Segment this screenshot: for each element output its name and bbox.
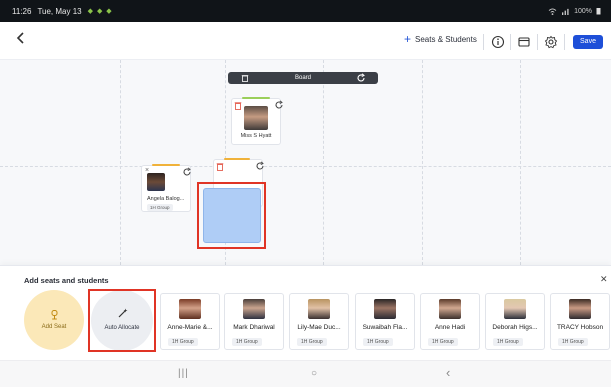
panel-title: Add seats and students xyxy=(24,276,109,285)
status-time: 11:26 xyxy=(12,6,32,16)
info-icon[interactable] xyxy=(491,35,505,49)
rotate-icon[interactable] xyxy=(356,73,366,83)
student-name: Anne Hadi xyxy=(434,324,466,331)
chevron-left-icon xyxy=(16,32,24,44)
add-seat-button[interactable]: Add Seat xyxy=(24,290,84,350)
seat-accent-bar xyxy=(242,97,270,99)
app-frame: 11:26 Tue, May 13 ◆ ◆ ◆ 100% + Seats & S… xyxy=(0,0,611,387)
notification-icons: ◆ ◆ ◆ xyxy=(87,8,113,15)
header-divider xyxy=(564,34,565,50)
student-group-badge: 1H Group xyxy=(493,338,523,346)
seats-and-students-label: Seats & Students xyxy=(415,34,477,44)
board-bar[interactable]: Board xyxy=(228,72,378,84)
student-group-badge: 1H Group xyxy=(232,338,262,346)
seats-and-students-button[interactable]: + Seats & Students xyxy=(404,32,477,46)
back-button[interactable] xyxy=(16,32,34,50)
student-card[interactable]: TRACY Hobson 1H Group xyxy=(550,293,610,350)
grid-line xyxy=(422,60,423,265)
avatar xyxy=(439,299,461,319)
rotate-icon[interactable] xyxy=(274,100,284,110)
status-date: Tue, May 13 xyxy=(37,6,82,16)
avatar xyxy=(504,299,526,319)
seat-card[interactable]: Miss S Hyatt xyxy=(231,97,284,145)
seat-student-name: Miss S Hyatt xyxy=(240,133,272,139)
add-seats-panel: Add seats and students ✕ Add Seat Auto A… xyxy=(0,265,611,360)
student-card[interactable]: Mark Dhariwal 1H Group xyxy=(224,293,284,350)
rotate-icon[interactable] xyxy=(182,167,192,177)
trash-icon[interactable] xyxy=(234,101,242,110)
student-group-badge: 1H Group xyxy=(168,338,198,346)
student-name: Mark Dhariwal xyxy=(233,324,275,331)
signal-icon xyxy=(562,8,569,15)
header-divider xyxy=(537,34,538,50)
avatar xyxy=(244,106,268,130)
battery-level: 100% xyxy=(574,7,592,15)
grid-line xyxy=(0,166,611,167)
recent-apps-button[interactable]: ||| xyxy=(178,368,189,379)
avatar xyxy=(179,299,201,319)
student-group-badge: 1H Group xyxy=(558,338,588,346)
board-label: Board xyxy=(294,75,311,81)
student-card[interactable]: Lily-Mae Duc... 1H Group xyxy=(289,293,349,350)
student-name: Suwaibah Fla... xyxy=(362,324,408,331)
student-group-badge: 1H Group xyxy=(363,338,393,346)
student-name: TRACY Hobson xyxy=(556,324,604,331)
trash-icon[interactable] xyxy=(216,162,224,171)
app-header: + Seats & Students Save xyxy=(0,22,611,60)
auto-allocate-button[interactable]: Auto Allocate xyxy=(88,289,156,352)
auto-allocate-highlight xyxy=(88,289,156,352)
student-card[interactable]: Suwaibah Fla... 1H Group xyxy=(355,293,415,350)
nav-back-button[interactable]: ‹ xyxy=(446,365,450,380)
seating-canvas[interactable]: Board Miss S Hyatt × Angela Balog... 1H … xyxy=(0,60,611,265)
student-group-badge: 1H Group xyxy=(428,338,458,346)
layout-icon[interactable] xyxy=(517,35,531,49)
header-divider xyxy=(483,34,484,50)
home-button[interactable]: ○ xyxy=(311,368,317,379)
close-icon[interactable]: ✕ xyxy=(600,274,608,285)
student-group-badge: 1H Group xyxy=(297,338,327,346)
seat-accent-bar xyxy=(224,158,250,160)
student-name: Deborah Higs... xyxy=(492,324,538,331)
system-nav-bar: ||| ○ ‹ xyxy=(0,360,611,387)
student-name: Anne-Marie &... xyxy=(167,324,213,331)
drop-zone-highlight xyxy=(197,182,266,249)
seat-icon xyxy=(51,310,58,320)
grid-line xyxy=(120,60,121,265)
seat-student-name: Angela Balog... xyxy=(147,196,185,202)
save-button[interactable]: Save xyxy=(573,35,603,49)
header-divider xyxy=(510,34,511,50)
rotate-icon[interactable] xyxy=(255,161,265,171)
grid-line xyxy=(520,60,521,265)
avatar xyxy=(569,299,591,319)
avatar xyxy=(308,299,330,319)
wifi-icon xyxy=(548,7,557,15)
seat-accent-bar xyxy=(152,164,180,166)
battery-icon xyxy=(596,8,601,15)
status-bar: 11:26 Tue, May 13 ◆ ◆ ◆ 100% xyxy=(0,0,611,22)
plus-icon: + xyxy=(404,32,412,46)
grid-line xyxy=(323,60,324,265)
avatar xyxy=(374,299,396,319)
gear-icon[interactable] xyxy=(544,35,558,49)
student-card[interactable]: Anne-Marie &... 1H Group xyxy=(160,293,220,350)
student-card[interactable]: Anne Hadi 1H Group xyxy=(420,293,480,350)
student-card[interactable]: Deborah Higs... 1H Group xyxy=(485,293,545,350)
seat-group-badge: 1H Group xyxy=(147,204,173,211)
seat-card[interactable]: × Angela Balog... 1H Group xyxy=(141,164,192,212)
avatar xyxy=(147,173,165,191)
avatar xyxy=(243,299,265,319)
student-name: Lily-Mae Duc... xyxy=(297,324,341,331)
add-seat-label: Add Seat xyxy=(41,324,67,330)
trash-icon[interactable] xyxy=(241,74,249,82)
